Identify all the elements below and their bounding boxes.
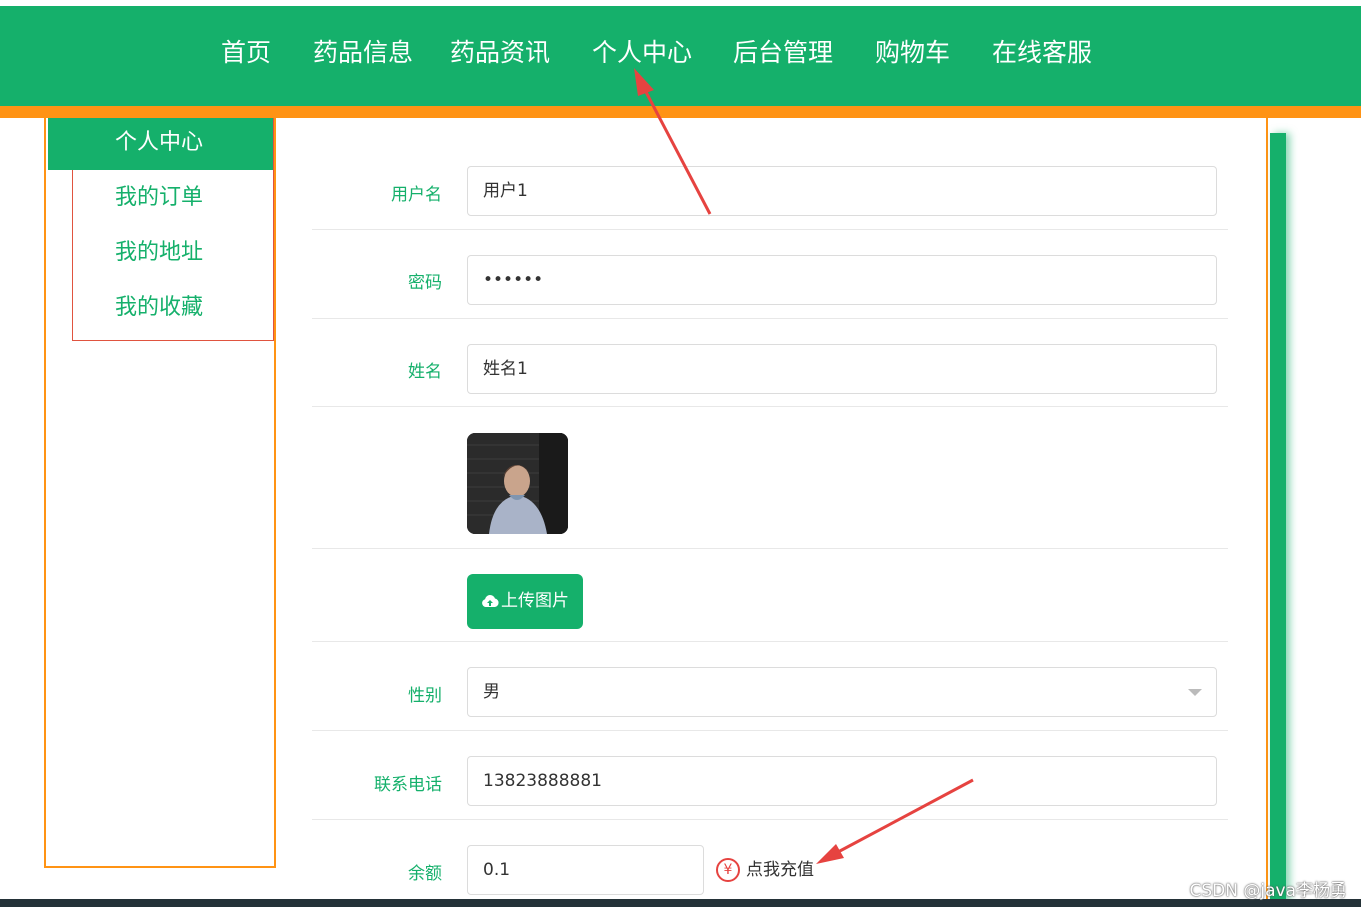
name-input[interactable]: 姓名1 — [467, 344, 1217, 394]
nav-item-drug-news[interactable]: 药品资讯 — [450, 6, 550, 106]
top-navigation: 首页 药品信息 药品资讯 个人中心 后台管理 购物车 在线客服 — [0, 6, 1361, 106]
recharge-label: 点我充值 — [746, 860, 814, 880]
password-input[interactable]: •••••• — [467, 255, 1217, 305]
row-divider — [312, 730, 1228, 731]
watermark: CSDN @java李杨勇 — [1189, 881, 1348, 901]
sidebar-item-my-orders[interactable]: 我的订单 — [73, 173, 273, 228]
gender-select[interactable]: 男 — [467, 667, 1217, 717]
nav-item-cart[interactable]: 购物车 — [875, 6, 950, 106]
name-label: 姓名 — [408, 362, 442, 382]
row-divider — [312, 318, 1228, 319]
row-divider — [312, 229, 1228, 230]
row-divider — [312, 819, 1228, 820]
avatar-image — [467, 433, 568, 534]
username-label: 用户名 — [391, 185, 442, 205]
sidebar-menu: 个人中心 我的订单 我的地址 我的收藏 — [48, 118, 274, 341]
phone-label: 联系电话 — [374, 775, 442, 795]
footer-bar — [0, 899, 1361, 907]
side-accent-bar — [1270, 133, 1286, 907]
sidebar-item-personal-center[interactable]: 个人中心 — [48, 118, 273, 170]
yen-icon: ¥ — [716, 858, 740, 882]
nav-item-personal-center[interactable]: 个人中心 — [592, 6, 692, 106]
cloud-upload-icon — [482, 595, 499, 607]
gender-select-value: 男 — [483, 682, 500, 702]
row-divider — [312, 548, 1228, 549]
recharge-link[interactable]: ¥ 点我充值 — [716, 855, 814, 885]
row-divider — [312, 641, 1228, 642]
gender-label: 性别 — [408, 686, 442, 706]
phone-input[interactable]: 13823888881 — [467, 756, 1217, 806]
sidebar-item-my-address[interactable]: 我的地址 — [73, 228, 273, 283]
upload-button-label: 上传图片 — [501, 591, 569, 611]
nav-item-drug-info[interactable]: 药品信息 — [313, 6, 413, 106]
row-divider — [312, 406, 1228, 407]
balance-label: 余额 — [408, 864, 442, 884]
password-label: 密码 — [408, 273, 442, 293]
sidebar-item-my-favorites[interactable]: 我的收藏 — [73, 283, 273, 338]
nav-item-home[interactable]: 首页 — [221, 6, 271, 106]
content-border — [1266, 118, 1268, 907]
accent-divider — [0, 106, 1361, 118]
chevron-down-icon — [1188, 689, 1202, 696]
username-input[interactable]: 用户1 — [467, 166, 1217, 216]
nav-item-admin[interactable]: 后台管理 — [733, 6, 833, 106]
balance-input[interactable]: 0.1 — [467, 845, 704, 895]
avatar-photo — [467, 433, 568, 534]
nav-item-customer-service[interactable]: 在线客服 — [992, 6, 1092, 106]
sidebar: 个人中心 我的订单 我的地址 我的收藏 — [44, 118, 276, 868]
upload-image-button[interactable]: 上传图片 — [467, 574, 583, 629]
